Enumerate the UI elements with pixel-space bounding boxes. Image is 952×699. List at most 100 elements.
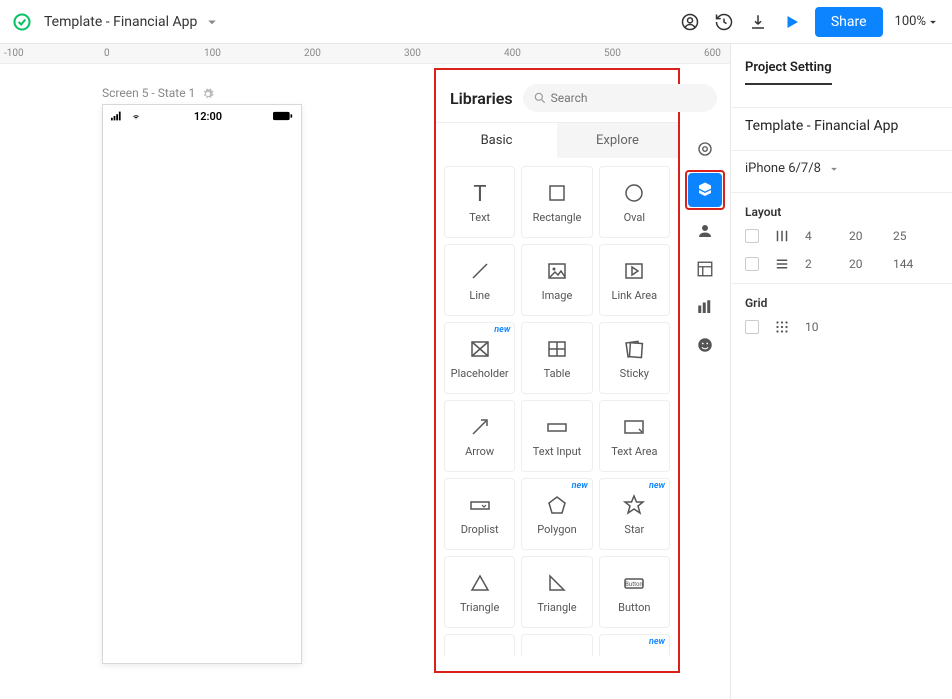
user-tool[interactable]: [688, 214, 722, 248]
component-text[interactable]: T Text: [444, 166, 515, 238]
component-line[interactable]: Line: [444, 244, 515, 316]
new-badge: new: [572, 481, 588, 491]
search-input[interactable]: [551, 91, 707, 105]
layout-checkbox[interactable]: [745, 257, 759, 271]
polygon-icon: [545, 493, 569, 517]
component-label: Button: [618, 601, 650, 614]
component-rect[interactable]: Rectangle: [521, 166, 592, 238]
component-label: Rectangle: [533, 211, 582, 224]
device-frame[interactable]: 12:00: [102, 104, 302, 664]
chevron-down-icon: [827, 162, 841, 176]
zoom-level[interactable]: 100%: [895, 14, 940, 29]
topbar: Template - Financial App Share 100%: [0, 0, 952, 44]
component-triangle-r[interactable]: Triangle: [521, 556, 592, 628]
zoom-value: 100%: [895, 14, 926, 29]
libraries-title: Libraries: [450, 89, 513, 108]
tab-basic[interactable]: Basic: [436, 123, 557, 158]
new-badge: new: [649, 637, 665, 647]
tab-explore[interactable]: Explore: [557, 123, 678, 158]
svg-text:Button: Button: [626, 581, 644, 588]
component-label: Sticky: [620, 367, 649, 380]
component-textarea[interactable]: Text Area: [599, 400, 670, 472]
download-icon[interactable]: [741, 5, 775, 39]
droplist-icon: [468, 493, 492, 517]
component-label: Line: [469, 289, 490, 302]
ruler-tick: 0: [104, 48, 110, 59]
ruler-tick: 100: [204, 48, 221, 59]
textarea-icon: [622, 415, 646, 439]
component-textinput[interactable]: Text Input: [521, 400, 592, 472]
component-table[interactable]: Table: [521, 322, 592, 394]
component-label: Text: [469, 211, 490, 224]
component-label: Triangle: [460, 601, 499, 614]
component-placeholder[interactable]: newPlaceholder: [444, 322, 515, 394]
component-label: Polygon: [537, 523, 576, 536]
columns-icon: [773, 227, 791, 245]
svg-text:T: T: [473, 182, 486, 205]
component-label: Arrow: [465, 445, 494, 458]
sticky-icon: [622, 337, 646, 361]
canvas[interactable]: Screen 5 - State 1 12:00 Libraries Basic…: [0, 64, 730, 699]
share-button[interactable]: Share: [815, 7, 883, 37]
emoji-tool[interactable]: [688, 328, 722, 362]
caret-down-icon[interactable]: [203, 13, 221, 31]
screen-label[interactable]: Screen 5 - State 1: [102, 86, 214, 100]
component-sticky[interactable]: Sticky: [599, 322, 670, 394]
component-image[interactable]: Image: [521, 244, 592, 316]
target-tool[interactable]: [688, 132, 722, 166]
component-button[interactable]: Button Button: [599, 556, 670, 628]
project-title[interactable]: Template - Financial App: [44, 14, 197, 30]
ruler-tick: 200: [304, 48, 321, 59]
component-video[interactable]: new: [599, 634, 670, 656]
component-window[interactable]: [521, 634, 592, 656]
search-icon: [533, 91, 547, 105]
history-icon[interactable]: [707, 5, 741, 39]
component-arrow[interactable]: Arrow: [444, 400, 515, 472]
arrow-icon: [468, 415, 492, 439]
device-select[interactable]: iPhone 6/7/8: [745, 161, 938, 176]
component-label: Text Input: [533, 445, 582, 458]
caret-down-icon: [926, 15, 940, 29]
layout-checkbox[interactable]: [745, 229, 759, 243]
grid-val[interactable]: 10: [805, 320, 835, 334]
play-icon[interactable]: [775, 5, 809, 39]
project-name[interactable]: Template - Financial App: [745, 118, 938, 134]
carousel-icon: [468, 655, 492, 656]
component-triangle[interactable]: Triangle: [444, 556, 515, 628]
video-icon: [622, 655, 646, 656]
assets-tool[interactable]: [688, 290, 722, 324]
table-icon: [545, 337, 569, 361]
layout-val[interactable]: 20: [849, 229, 879, 243]
component-polygon[interactable]: new Polygon: [521, 478, 592, 550]
star-icon: [622, 493, 646, 517]
layout-val[interactable]: 4: [805, 229, 835, 243]
gear-icon[interactable]: [202, 88, 214, 100]
triangle-r-icon: [545, 571, 569, 595]
layout-tool[interactable]: [688, 252, 722, 286]
component-label: Link Area: [612, 289, 658, 302]
component-label: Table: [544, 367, 571, 380]
layout-val[interactable]: 144: [893, 257, 923, 271]
component-linkarea[interactable]: Link Area: [599, 244, 670, 316]
component-star[interactable]: newStar: [599, 478, 670, 550]
ruler-tick: 300: [404, 48, 421, 59]
rect-icon: [545, 181, 569, 205]
grid-checkbox[interactable]: [745, 320, 759, 334]
layout-val[interactable]: 25: [893, 229, 923, 243]
battery-icon: [273, 111, 293, 121]
panel-heading: Project Setting: [745, 60, 832, 85]
layout-val[interactable]: 20: [849, 257, 879, 271]
component-label: Placeholder: [451, 367, 509, 380]
components-tool[interactable]: [688, 173, 722, 207]
ruler-tick: 600: [704, 48, 721, 59]
search-box[interactable]: [523, 84, 717, 112]
component-droplist[interactable]: Droplist: [444, 478, 515, 550]
component-label: Oval: [624, 211, 645, 224]
user-icon[interactable]: [673, 5, 707, 39]
component-carousel[interactable]: [444, 634, 515, 656]
screen-label-text: Screen 5 - State 1: [102, 86, 195, 100]
line-icon: [468, 259, 492, 283]
component-oval[interactable]: Oval: [599, 166, 670, 238]
layout-val[interactable]: 2: [805, 257, 835, 271]
app-logo-icon: [12, 12, 32, 32]
